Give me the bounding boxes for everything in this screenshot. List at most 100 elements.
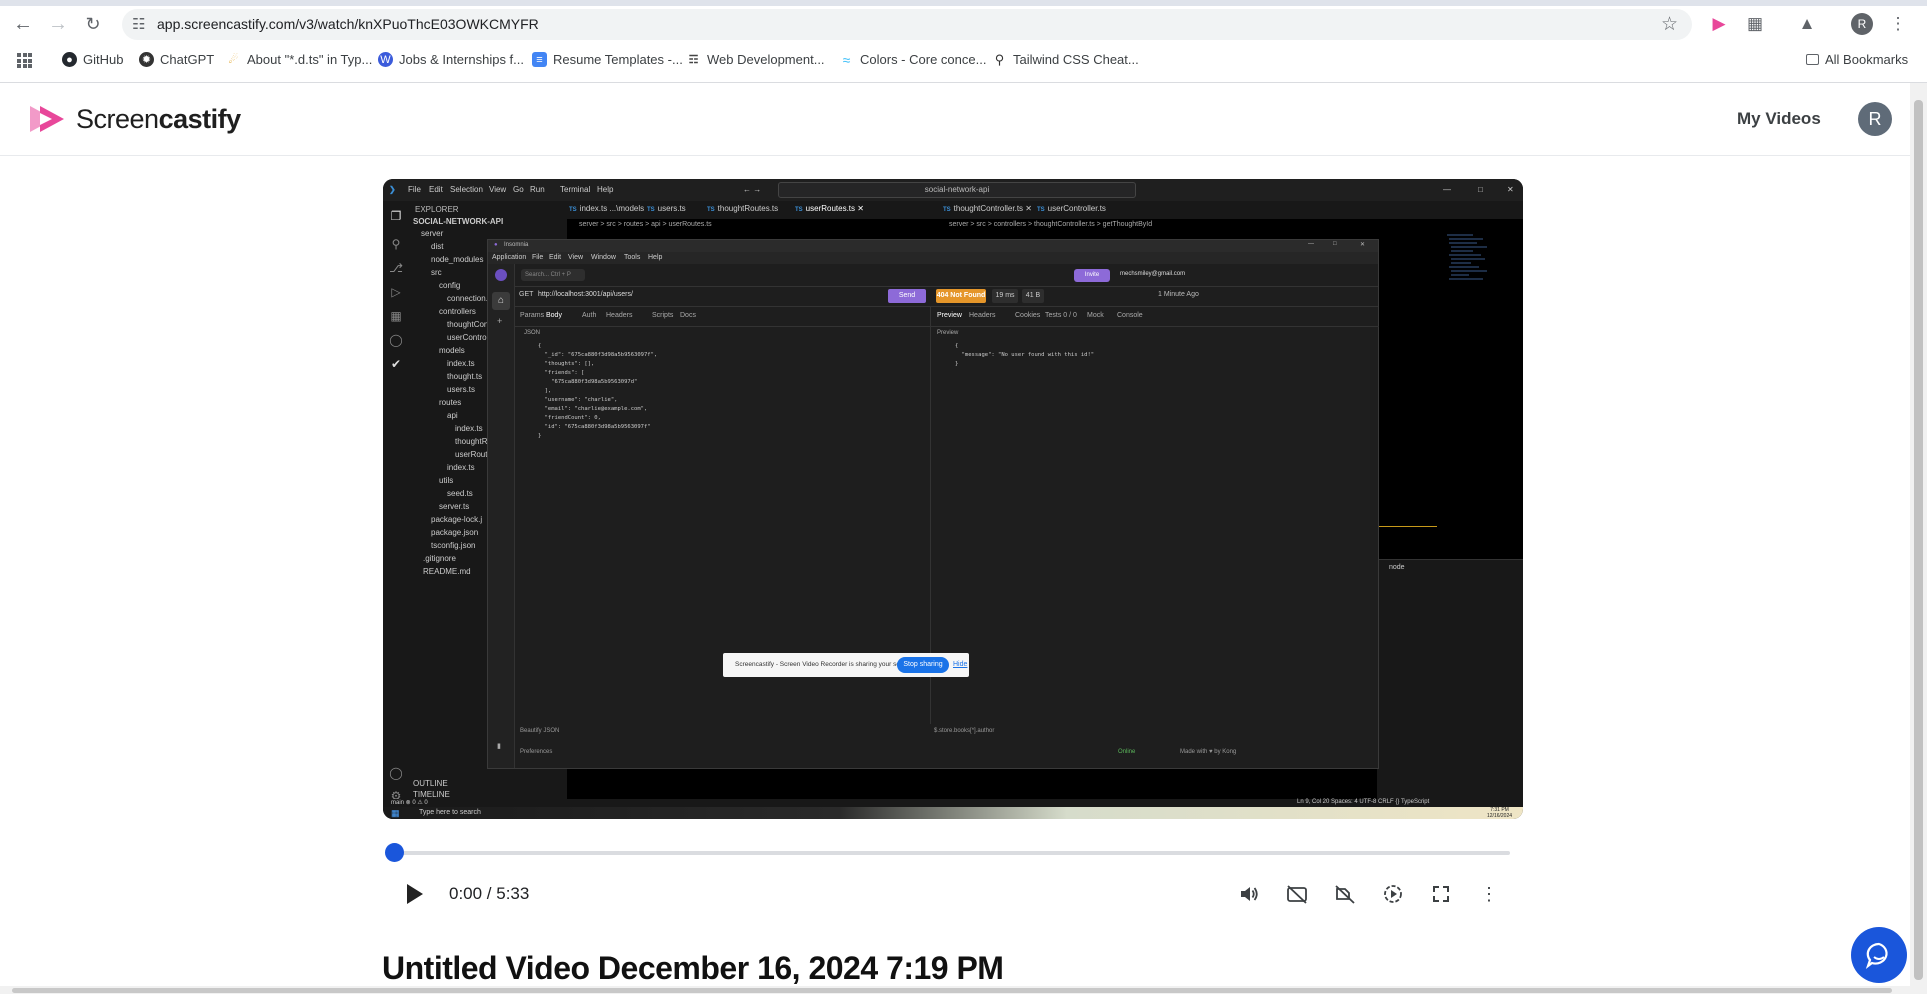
bookmark-label: Resume Templates -... [553,52,683,67]
tree-item: thought.ts [447,372,483,381]
bookmark-webdev[interactable]: ☶ Web Development... [686,52,825,67]
browser-menu-icon[interactable]: ⋮ [1887,13,1909,35]
folder-icon [1806,54,1819,65]
insomnia-window: ● Insomnia — □ ✕ Application File Edit V… [487,239,1379,769]
insomnia-footer: Beautify JSON $.store.books[*].author Pr… [514,724,1378,768]
request-body-code: { "_id": "675ca880f3d98a5b9563097f", "th… [538,343,658,439]
insomnia-menu-item: View [568,254,584,261]
screencastify-extension-icon[interactable]: ▶ [1708,13,1730,35]
editor-tab-label: userRoutes.ts [805,204,856,213]
bookmark-colors[interactable]: ≈ Colors - Core conce... [839,51,987,68]
windows-start-icon: ▦ [391,808,400,818]
fullscreen-icon[interactable] [1429,882,1453,906]
status-badge: 404 Not Found [936,289,986,303]
progress-track[interactable] [395,851,1510,855]
reload-icon[interactable]: ↻ [82,13,104,35]
labs-flask-icon[interactable]: ▲ [1796,13,1818,35]
request-tab: Scripts [652,312,674,319]
captions-off-icon[interactable] [1285,882,1309,906]
brand-name-light: Screen [76,103,159,134]
vscode-tabs: TS index.ts ...\models TS users.ts TS thoug… [567,201,1523,219]
site-info-icon[interactable]: ☷ [132,15,145,33]
insomnia-home-logo-icon [495,269,507,281]
back-icon[interactable]: ← [12,13,34,35]
bookmark-label: ChatGPT [160,52,215,67]
made-with-kong: Made with ♥ by Kong [1180,749,1237,755]
editor-tab-label: thoughtController.ts [953,204,1024,213]
video-title[interactable]: Untitled Video December 16, 2024 7:19 PM [382,950,1004,987]
playback-speed-icon[interactable] [1381,882,1405,906]
volume-icon[interactable] [1237,882,1261,906]
fullscreen-icon-svg [1433,886,1449,902]
insomnia-titlebar: ● Insomnia — □ ✕ [488,240,1378,252]
response-age: 1 Minute Ago [1158,291,1199,298]
request-tabs: Params Body Auth Headers Scripts Docs [514,306,930,327]
bookmark-label: Jobs & Internships f... [399,52,525,67]
search-icon: ⚲ [994,51,1005,67]
tree-item: index.ts [447,463,475,472]
vscode-logo-icon: ❯ [389,185,396,194]
horizontal-scrollbar-thumb[interactable] [12,988,1892,993]
web-icon: W [378,52,393,67]
screencastify-logo[interactable]: Screencastify [28,103,241,135]
status-left: main ⊗ 0 ⚠ 0 [391,800,428,806]
request-url-bar: GET http://localhost:3001/api/users/ Sen… [514,286,1378,307]
vscode-titlebar: ❯ File Edit Selection View Go Run Termin… [383,179,1523,201]
editor-tab-label: index.ts ...\models [579,204,645,213]
my-videos-link[interactable]: My Videos [1737,109,1821,129]
audio-description-icon[interactable] [1333,882,1357,906]
project-name: SOCIAL-NETWORK-API [413,217,504,226]
tree-item: server.ts [439,502,470,511]
progress-scrubber[interactable] [385,843,404,862]
bookmark-dts[interactable]: ☄ About "*.d.ts" in Typ... [226,52,373,67]
address-bar[interactable]: ☷ app.screencastify.com/v3/watch/knXPuoT… [122,9,1692,40]
window-close-icon: ✕ [1507,185,1514,194]
bookmark-github[interactable]: ● GitHub [62,52,123,67]
bookmark-jobs[interactable]: W Jobs & Internships f... [378,52,524,67]
nav-arrows-icon: ← → [743,185,762,194]
more-options-icon[interactable]: ⋮ [1477,882,1501,906]
extensions-icon[interactable]: ▦ [1744,13,1766,35]
editor-tab-label: userController.ts [1047,204,1106,213]
window-minimize-icon: — [1443,185,1451,194]
source-control-icon: ⎇ [389,261,403,275]
response-tab-active: Preview [937,312,962,319]
add-icon: + [497,316,503,326]
vscode-activity-bar: ❐ ⚲ ⎇ ▷ ▦ ◯ ✔ ◯ ⚙ [383,201,409,803]
send-button: Send [888,289,926,303]
app-header [0,83,1910,156]
forward-icon[interactable]: → [47,13,69,35]
chat-support-button[interactable] [1851,927,1907,983]
editor-tab: TS thoughtController.ts ✕ [943,204,1032,213]
vscode-command-search: social-network-api [778,182,1136,198]
stop-sharing-button: Stop sharing [897,657,949,673]
play-button[interactable] [407,884,423,904]
vscode-menu-item: Selection [450,185,483,194]
profile-avatar[interactable]: R [1851,13,1873,35]
tree-item: config [439,281,461,290]
insomnia-menu-item: Window [591,254,616,261]
url-text[interactable]: app.screencastify.com/v3/watch/knXPuoThc… [157,16,539,32]
insomnia-menu-item: Edit [549,254,562,261]
bookmark-resume[interactable]: ≡ Resume Templates -... [532,52,683,67]
response-tab: Cookies [1015,312,1041,319]
window-close-icon: ✕ [1360,242,1366,248]
vscode-menu-item: Help [597,185,614,194]
hide-link: Hide [953,661,968,668]
page-scrollbar-thumb[interactable] [1914,100,1923,980]
response-tabs: Preview Headers Cookies Tests 0 / 0 Mock… [930,306,1379,327]
video-player[interactable]: ❯ File Edit Selection View Go Run Termin… [383,179,1523,819]
tailwind-icon: ≈ [842,51,851,68]
request-tab: Docs [680,312,696,319]
volume-icon-svg [1241,887,1258,901]
http-method: GET [519,291,534,298]
bookmark-chatgpt[interactable]: ✹ ChatGPT [139,52,214,67]
all-bookmarks[interactable]: All Bookmarks [1806,52,1908,67]
run-debug-icon: ▷ [391,285,401,299]
bookmark-star-icon[interactable]: ☆ [1661,13,1678,36]
user-avatar[interactable]: R [1858,102,1892,136]
tab-strip [0,0,1927,6]
request-url: http://localhost:3001/api/users/ [538,291,633,298]
bookmark-tailwind[interactable]: ⚲ Tailwind CSS Cheat... [992,51,1139,68]
bookmark-label: Web Development... [707,52,825,67]
